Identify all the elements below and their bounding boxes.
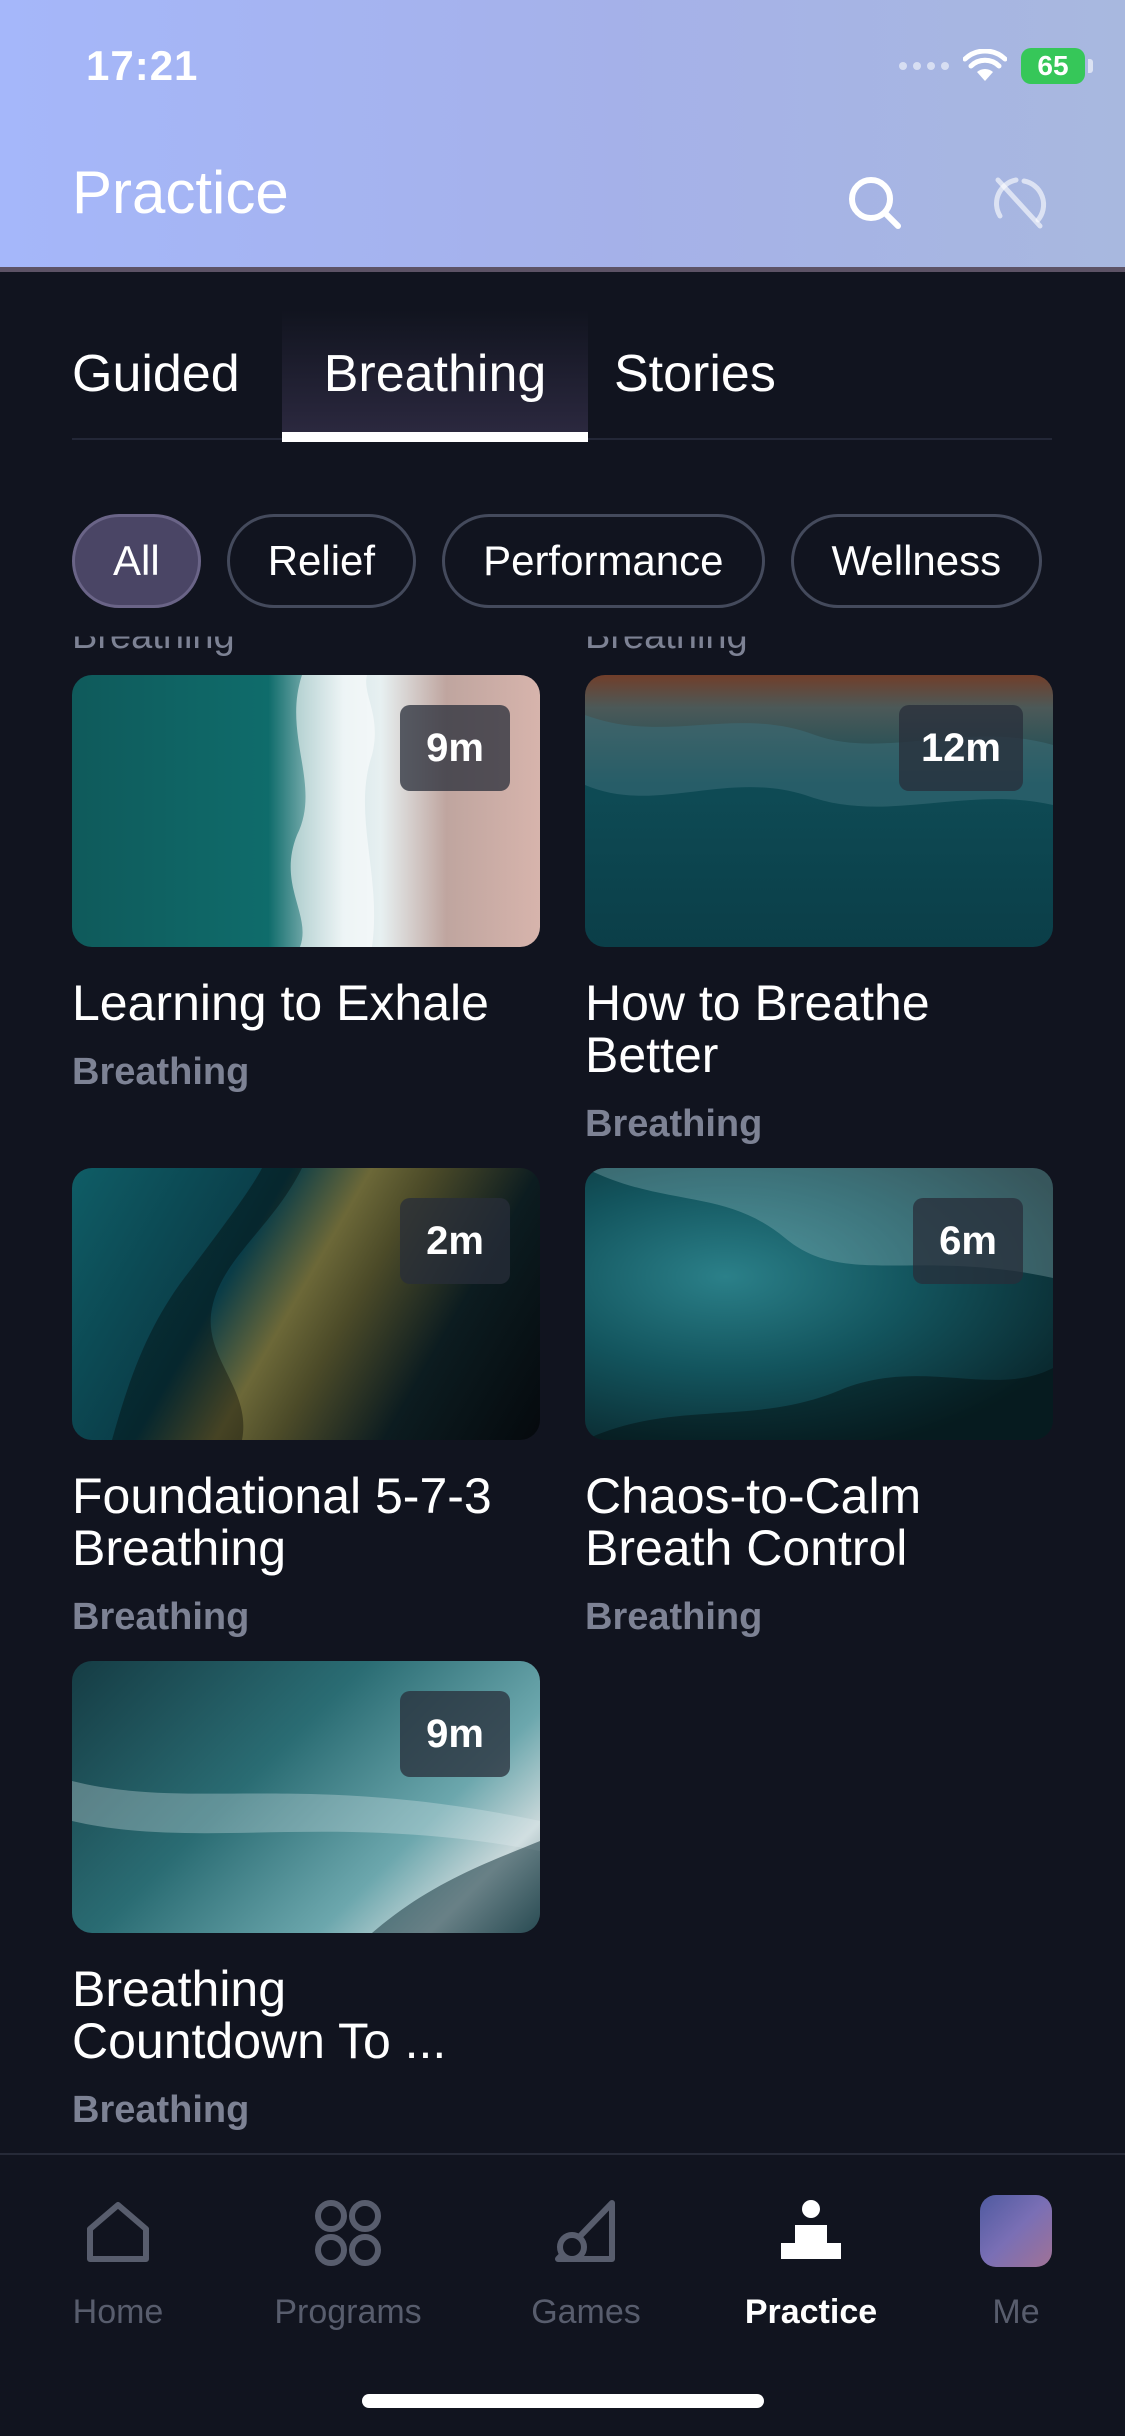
duration-badge: 9m	[400, 1691, 510, 1777]
filter-chips: All Relief Performance Wellness	[72, 514, 1043, 608]
session-category: Breathing	[72, 1596, 250, 1638]
tab-breathing[interactable]: Breathing	[282, 310, 588, 442]
session-card[interactable]: 9m Breathing Countdown To ... Breathing	[72, 1661, 540, 2132]
clipped-category-label: Breathing	[72, 615, 235, 658]
session-title: Chaos-to-Calm Breath Control	[585, 1468, 922, 1576]
duration-badge: 2m	[400, 1198, 510, 1284]
home-icon	[87, 2202, 149, 2262]
session-thumbnail: 9m	[72, 1661, 540, 1933]
nav-games[interactable]: Games	[486, 2195, 686, 2332]
nav-home[interactable]: Home	[18, 2195, 218, 2332]
status-time: 17:21	[86, 42, 199, 89]
offline-downloads-icon[interactable]	[986, 170, 1050, 234]
battery-indicator: 65	[1021, 48, 1093, 84]
nav-label: Me	[992, 2293, 1040, 2331]
session-title: Breathing Countdown To ...	[72, 1961, 447, 2069]
page-title: Practice	[72, 159, 289, 226]
filter-chip-all[interactable]: All	[72, 514, 201, 608]
session-card[interactable]: 6m Chaos-to-Calm Breath Control Breathin…	[585, 1168, 1053, 1639]
nav-programs[interactable]: Programs	[248, 2195, 448, 2332]
session-card[interactable]: 2m Foundational 5-7-3 Breathing Breathin…	[72, 1168, 540, 1639]
session-category: Breathing	[585, 1596, 763, 1638]
signal-icon	[899, 62, 949, 70]
category-tabs: Guided Breathing Stories	[72, 310, 1052, 442]
avatar	[980, 2195, 1052, 2267]
session-category: Breathing	[72, 1051, 250, 1093]
session-thumbnail: 6m	[585, 1168, 1053, 1440]
tab-guided[interactable]: Guided	[72, 310, 282, 438]
search-icon[interactable]	[842, 170, 906, 234]
nav-me[interactable]: Me	[916, 2195, 1116, 2332]
filter-chip-performance[interactable]: Performance	[442, 514, 765, 608]
nav-practice[interactable]: Practice	[711, 2195, 911, 2332]
session-title: Foundational 5-7-3 Breathing	[72, 1468, 492, 1576]
session-card[interactable]: 9m Learning to Exhale Breathing	[72, 675, 540, 1094]
session-thumbnail: 12m	[585, 675, 1053, 947]
duration-badge: 9m	[400, 705, 510, 791]
clipped-category-label: Breathing	[585, 615, 748, 658]
session-thumbnail: 2m	[72, 1168, 540, 1440]
session-category: Breathing	[585, 1103, 763, 1145]
nav-label: Games	[531, 2293, 641, 2331]
status-icons: 65	[899, 48, 1093, 84]
header: 17:21 65 Practice	[0, 0, 1125, 272]
nav-label: Home	[72, 2293, 164, 2331]
nav-label: Practice	[744, 2293, 878, 2331]
duration-badge: 6m	[913, 1198, 1023, 1284]
session-thumbnail: 9m	[72, 675, 540, 947]
wifi-icon	[963, 49, 1007, 81]
tab-stories[interactable]: Stories	[588, 310, 808, 438]
duration-badge: 12m	[898, 705, 1023, 791]
nav-label: Programs	[274, 2293, 422, 2331]
games-icon	[555, 2200, 615, 2262]
home-indicator[interactable]	[362, 2394, 764, 2408]
practice-icon	[781, 2200, 841, 2259]
filter-chip-wellness[interactable]: Wellness	[790, 514, 1043, 608]
session-category: Breathing	[72, 2089, 250, 2131]
session-title: How to Breathe Better	[585, 975, 930, 1083]
session-title: Learning to Exhale	[72, 975, 489, 1031]
filter-chip-relief[interactable]: Relief	[226, 514, 417, 608]
session-card[interactable]: 12m How to Breathe Better Breathing	[585, 675, 1053, 1146]
grid-icon	[315, 2200, 381, 2266]
